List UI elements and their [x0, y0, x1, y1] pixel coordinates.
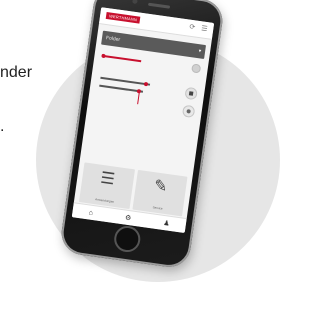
settings-icon[interactable]: ⚙ — [124, 214, 131, 223]
wrench-icon: ✎ — [152, 177, 169, 197]
brand-logo: WERTHMANN — [105, 11, 141, 24]
program-select-value: Folder — [105, 35, 121, 44]
red-indicator-dot — [101, 53, 106, 59]
row-toggle-knob[interactable] — [191, 63, 202, 74]
stop-icon — [188, 91, 194, 96]
stop-button[interactable] — [184, 86, 198, 101]
home-button[interactable] — [112, 224, 142, 254]
list-icon: ☰ — [99, 169, 116, 189]
chevron-down-icon: ▾ — [198, 48, 202, 55]
refresh-icon[interactable]: ⟳ — [189, 24, 197, 32]
menu-icon[interactable]: ☰ — [201, 25, 209, 33]
red-slider-track[interactable] — [103, 54, 142, 63]
tile-applications[interactable]: ☰ Anwendungen — [78, 162, 135, 209]
home-icon[interactable]: ⌂ — [88, 209, 93, 217]
cropped-text-line-1: nder — [0, 64, 33, 81]
camera-icon — [132, 0, 138, 5]
slider-handle-1[interactable] — [143, 81, 149, 87]
slider-track-1[interactable] — [100, 76, 151, 86]
phone-screen: WERTHMANN ⟳ ☰ Folder ▾ ☰ Anwendungen ✎ S… — [71, 7, 215, 233]
reset-button[interactable] — [181, 104, 196, 119]
header-icons: ⟳ ☰ — [189, 24, 209, 34]
speaker-grille — [147, 2, 171, 9]
red-marker-line — [137, 92, 140, 105]
reset-icon — [186, 109, 191, 114]
user-icon[interactable]: ♟ — [163, 219, 170, 228]
cropped-text-line-2: . — [0, 118, 5, 135]
tile-service[interactable]: ✎ Service — [131, 169, 188, 217]
